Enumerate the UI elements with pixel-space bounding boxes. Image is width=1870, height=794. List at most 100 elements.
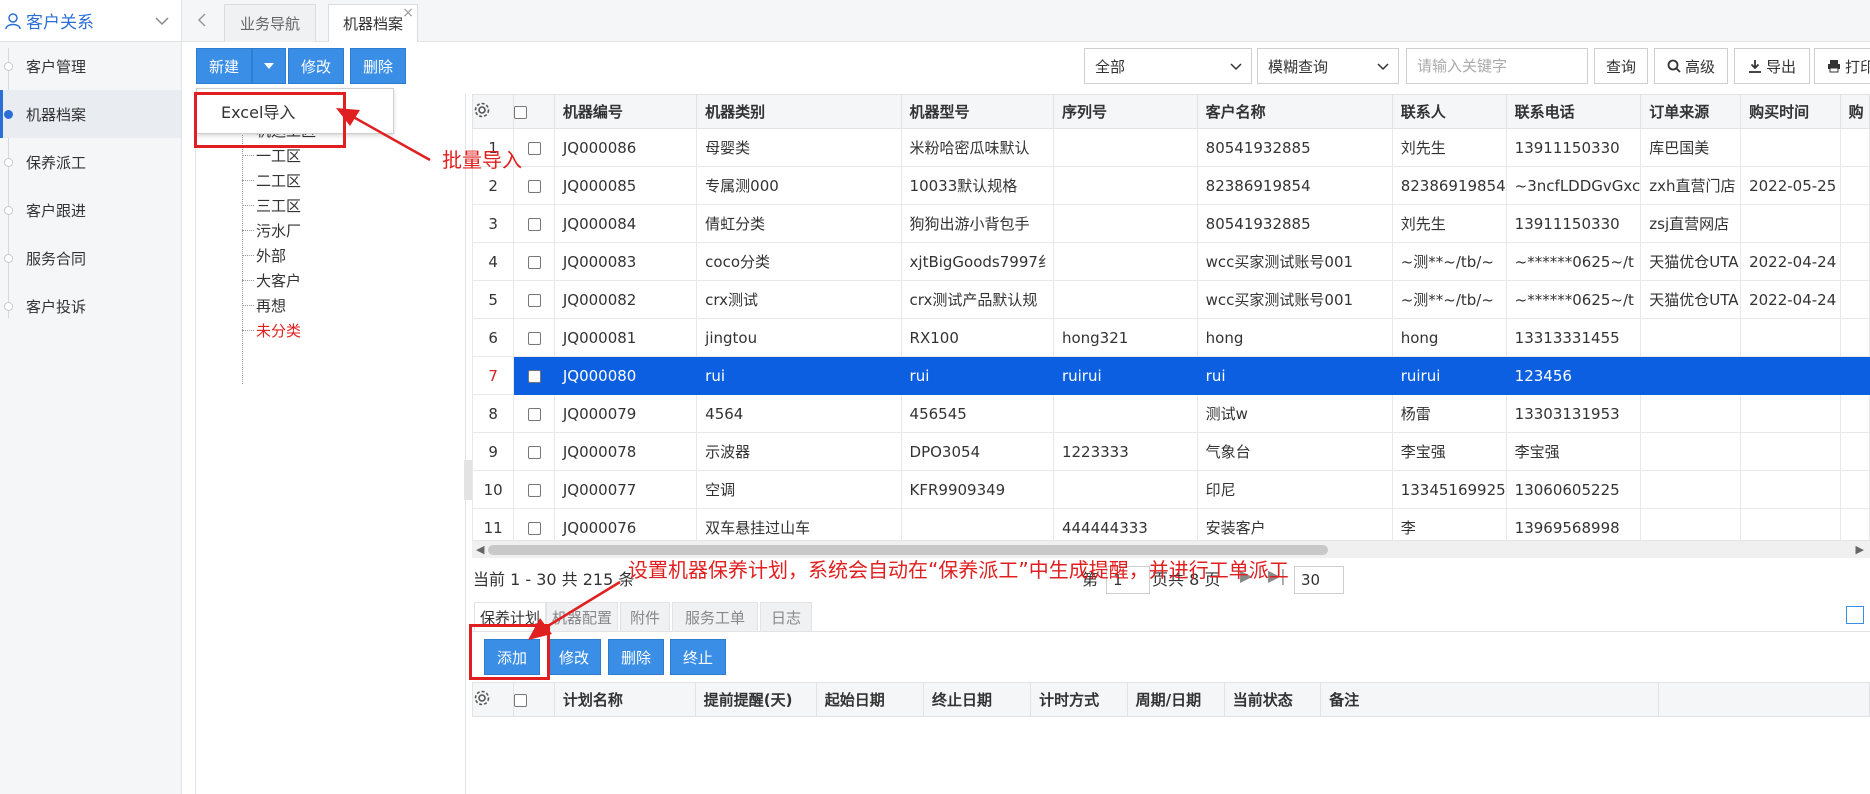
column-header[interactable]: 联系电话 — [1505, 94, 1642, 129]
column-header[interactable]: 计时方式 — [1030, 682, 1128, 717]
tree-node[interactable]: 未分类 — [242, 316, 301, 344]
table-row[interactable]: 2 JQ000085 专属测000 10033默认规格 82386919854 82386… — [472, 166, 1870, 205]
column-header[interactable]: 客户名称 — [1196, 94, 1393, 129]
column-header[interactable]: 购 — [1839, 94, 1870, 129]
row-checkbox[interactable] — [513, 318, 555, 357]
row-checkbox[interactable] — [513, 204, 555, 243]
checkbox[interactable] — [527, 407, 541, 421]
collapse-icon[interactable] — [1846, 606, 1864, 624]
edit-plan-button[interactable]: 修改 — [547, 639, 601, 675]
checkbox[interactable] — [527, 255, 541, 269]
query-mode-select[interactable]: 模糊查询 — [1257, 48, 1399, 84]
table-cell: 2022-04-24 — [1740, 242, 1841, 281]
sidebar-item[interactable]: 客户管理 — [0, 42, 181, 90]
search-input[interactable] — [1406, 48, 1588, 84]
tree-node[interactable]: 再想 — [242, 291, 286, 319]
table-cell: 82386919854 — [1391, 166, 1507, 205]
column-header[interactable]: 订单来源 — [1640, 94, 1742, 129]
checkbox[interactable] — [527, 293, 541, 307]
delete-button[interactable]: 删除 — [350, 48, 406, 84]
column-header[interactable]: 周期/日期 — [1126, 682, 1225, 717]
gear-icon[interactable] — [473, 689, 491, 707]
table-row[interactable]: 6 JQ000081 jingtou RX100 hong321 hong hong 1331… — [472, 318, 1870, 357]
tree-node[interactable]: 大客户 — [242, 266, 301, 294]
checkbox[interactable] — [527, 483, 541, 497]
row-checkbox[interactable] — [513, 356, 555, 395]
row-checkbox[interactable] — [513, 432, 555, 471]
checkbox[interactable] — [527, 521, 541, 535]
select-all-checkbox[interactable] — [513, 94, 555, 129]
table-row[interactable]: 10 JQ000077 空调 KFR9909349 印尼 13345169925 13060… — [472, 470, 1870, 509]
row-checkbox[interactable] — [513, 280, 555, 319]
checkbox[interactable] — [527, 217, 541, 231]
filter-select[interactable]: 全部 — [1084, 48, 1252, 84]
checkbox[interactable] — [514, 105, 528, 119]
page-size-select[interactable]: 30 — [1294, 566, 1344, 594]
export-button[interactable]: 导出 — [1734, 48, 1810, 84]
checkbox[interactable] — [527, 331, 541, 345]
table-row[interactable]: 9 JQ000078 示波器 DPO3054 1223333 气象台 李宝强 李宝强 — [472, 432, 1870, 471]
checkbox[interactable] — [527, 141, 541, 155]
checkbox[interactable] — [514, 693, 528, 707]
new-dropdown-toggle[interactable] — [252, 48, 286, 84]
subtab[interactable]: 日志 — [760, 602, 812, 632]
sidebar-item[interactable]: 客户跟进 — [0, 186, 181, 234]
panel-splitter[interactable] — [464, 460, 472, 500]
column-header[interactable]: 备注 — [1320, 682, 1660, 717]
chevron-down-icon[interactable] — [153, 12, 171, 30]
tab-machine-archive[interactable]: 机器档案 × — [328, 4, 418, 42]
checkbox[interactable] — [527, 369, 541, 383]
gear-icon[interactable] — [473, 101, 491, 119]
scroll-left-icon[interactable]: ◀ — [476, 543, 484, 556]
sidebar-item[interactable]: 保养派工 — [0, 138, 181, 186]
edit-button[interactable]: 修改 — [288, 48, 344, 84]
table-row[interactable]: 4 JQ000083 coco分类 xjtBigGoods7997纟 wcc买家测试账号… — [472, 242, 1870, 281]
column-header[interactable]: 机器型号 — [900, 94, 1054, 129]
chevron-left-icon[interactable] — [194, 10, 210, 30]
table-row[interactable]: 5 JQ000082 crx测试 crx测试产品默认规 wcc买家测试账号001 ~测**… — [472, 280, 1870, 319]
column-header[interactable]: 计划名称 — [553, 682, 696, 717]
column-header[interactable]: 序列号 — [1052, 94, 1198, 129]
tree-connector — [242, 229, 254, 231]
stop-plan-button[interactable]: 终止 — [670, 639, 726, 675]
table-row[interactable]: 3 JQ000084 倩虹分类 狗狗出游小背包手 80541932885 刘先生 13911… — [472, 204, 1870, 243]
sidebar-header[interactable]: 客户关系 — [0, 0, 181, 42]
column-header[interactable]: 当前状态 — [1223, 682, 1322, 717]
table-row[interactable]: 8 JQ000079 4564 456545 测试w 杨雷 13303131953 — [472, 394, 1870, 433]
scroll-right-icon[interactable]: ▶ — [1856, 543, 1864, 556]
advanced-button[interactable]: 高级 — [1654, 48, 1728, 84]
column-settings[interactable] — [472, 94, 515, 129]
row-checkbox[interactable] — [513, 394, 555, 433]
query-mode-value: 模糊查询 — [1268, 57, 1329, 76]
tab-business-nav[interactable]: 业务导航 — [224, 4, 316, 42]
table-cell: hong — [1391, 318, 1507, 357]
table-row[interactable]: 1 JQ000086 母婴类 米粉哈密瓜味默认 80541932885 刘先生 139111… — [472, 128, 1870, 167]
row-checkbox[interactable] — [513, 242, 555, 281]
checkbox[interactable] — [527, 179, 541, 193]
checkbox[interactable] — [527, 445, 541, 459]
column-settings[interactable] — [472, 682, 515, 717]
column-header[interactable]: 起始日期 — [815, 682, 924, 717]
table-row[interactable]: 7 JQ000080 rui rui ruirui rui ruirui 123456 — [472, 356, 1870, 395]
sidebar-item[interactable]: 客户投诉 — [0, 282, 181, 330]
column-header[interactable]: 联系人 — [1391, 94, 1507, 129]
subtab[interactable]: 服务工单 — [672, 602, 758, 632]
delete-plan-button[interactable]: 删除 — [608, 639, 664, 675]
query-button[interactable]: 查询 — [1594, 48, 1648, 84]
sidebar-item[interactable]: 机器档案 — [0, 90, 181, 138]
tree-node[interactable]: 二工区 — [242, 166, 301, 194]
new-button[interactable]: 新建 — [196, 48, 252, 84]
column-header[interactable]: 机器编号 — [553, 94, 698, 129]
column-header[interactable]: 终止日期 — [922, 682, 1032, 717]
close-icon[interactable]: × — [402, 5, 414, 21]
sidebar-item[interactable]: 服务合同 — [0, 234, 181, 282]
row-checkbox[interactable] — [513, 470, 555, 509]
column-header[interactable]: 提前提醒(天) — [694, 682, 817, 717]
column-header[interactable]: 机器类别 — [696, 94, 902, 129]
tree-node[interactable]: 外部 — [242, 241, 286, 269]
tree-node[interactable]: 三工区 — [242, 191, 301, 219]
select-all-checkbox[interactable] — [513, 682, 555, 717]
print-button[interactable]: 打印 — [1814, 48, 1870, 84]
column-header[interactable]: 购买时间 — [1740, 94, 1841, 129]
tree-node[interactable]: 污水厂 — [242, 216, 301, 244]
